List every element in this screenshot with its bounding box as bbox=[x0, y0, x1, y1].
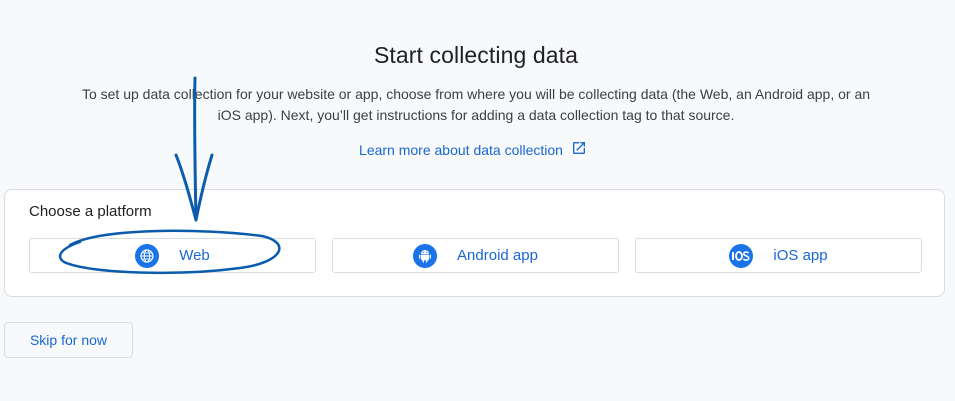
globe-icon bbox=[135, 243, 160, 268]
learn-more-label[interactable]: Learn more about data collection bbox=[359, 142, 563, 158]
ios-platform-button[interactable]: iOS app bbox=[635, 238, 922, 273]
web-platform-label: Web bbox=[179, 247, 210, 264]
page-title: Start collecting data bbox=[373, 42, 579, 68]
android-icon bbox=[413, 243, 438, 268]
skip-for-now-button[interactable]: Skip for now bbox=[4, 322, 133, 358]
start-collecting-page: Start collecting data To set up data col… bbox=[0, 0, 955, 401]
open-in-new-icon bbox=[571, 140, 587, 159]
android-platform-label: Android app bbox=[457, 247, 538, 264]
learn-more-link[interactable]: Learn more about data collection bbox=[0, 140, 946, 159]
android-platform-button[interactable]: Android app bbox=[332, 238, 619, 273]
page-description: To set up data collection for your websi… bbox=[81, 86, 871, 123]
choose-platform-title: Choose a platform bbox=[29, 203, 152, 220]
web-platform-button[interactable]: Web bbox=[29, 238, 316, 273]
ios-icon bbox=[729, 243, 754, 268]
ios-platform-label: iOS app bbox=[773, 247, 828, 264]
platform-card: Choose a platform Web Android app iOS ap… bbox=[4, 189, 945, 297]
